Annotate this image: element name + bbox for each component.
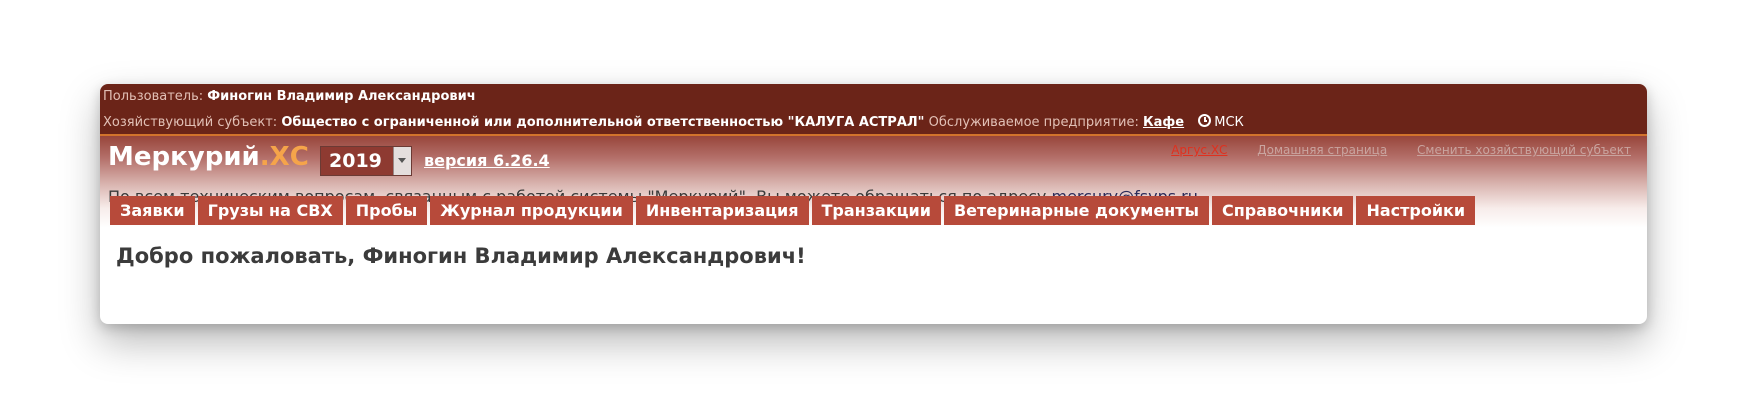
header: Меркурий.ХС 2019 версия 6.26.4 Аргус.ХС …	[100, 136, 1647, 248]
menu-item-settings[interactable]: Настройки	[1356, 196, 1476, 225]
entity-name: Общество с ограниченной или дополнительн…	[281, 115, 925, 130]
app-logo: Меркурий.ХС	[108, 142, 309, 172]
argus-link[interactable]: Аргус.ХС	[1171, 143, 1227, 157]
menu-item-requests[interactable]: Заявки	[110, 196, 195, 225]
user-label: Пользователь:	[103, 89, 204, 104]
year-select[interactable]: 2019	[320, 146, 412, 176]
version-link[interactable]: версия 6.26.4	[424, 151, 550, 170]
user-info-bar: Пользователь: Финогин Владимир Александр…	[100, 84, 1647, 136]
change-entity-link[interactable]: Сменить хозяйствующий субъект	[1417, 143, 1631, 157]
main-menu: Заявки Грузы на СВХ Пробы Журнал продукц…	[110, 196, 1476, 225]
logo-main: Меркурий	[108, 142, 260, 172]
year-value: 2019	[329, 150, 382, 172]
logo-accent: .ХС	[259, 142, 309, 172]
entity-line: Хозяйствующий субъект: Общество с ограни…	[103, 114, 1244, 130]
menu-item-product-journal[interactable]: Журнал продукции	[430, 196, 633, 225]
menu-item-transactions[interactable]: Транзакции	[811, 196, 941, 225]
menu-item-vet-documents[interactable]: Ветеринарные документы	[943, 196, 1209, 225]
menu-item-references[interactable]: Справочники	[1211, 196, 1354, 225]
timezone-label: МСК	[1214, 115, 1244, 130]
home-link[interactable]: Домашняя страница	[1257, 143, 1387, 157]
enterprise-link[interactable]: Кафе	[1143, 115, 1184, 130]
entity-label: Хозяйствующий субъект:	[103, 115, 278, 130]
enterprise-label: Обслуживаемое предприятие:	[928, 115, 1139, 130]
user-line: Пользователь: Финогин Владимир Александр…	[103, 89, 476, 104]
chevron-down-icon[interactable]	[393, 147, 411, 175]
clock-icon	[1198, 114, 1212, 127]
user-name: Финогин Владимир Александрович	[207, 89, 476, 104]
menu-item-samples[interactable]: Пробы	[345, 196, 428, 225]
menu-item-svh-cargo[interactable]: Грузы на СВХ	[197, 196, 343, 225]
welcome-heading: Добро пожаловать, Финогин Владимир Алекс…	[116, 244, 806, 268]
menu-item-inventory[interactable]: Инвентаризация	[635, 196, 809, 225]
app-window: Пользователь: Финогин Владимир Александр…	[100, 84, 1647, 324]
header-links: Аргус.ХС Домашняя страница Сменить хозяй…	[1145, 143, 1631, 157]
